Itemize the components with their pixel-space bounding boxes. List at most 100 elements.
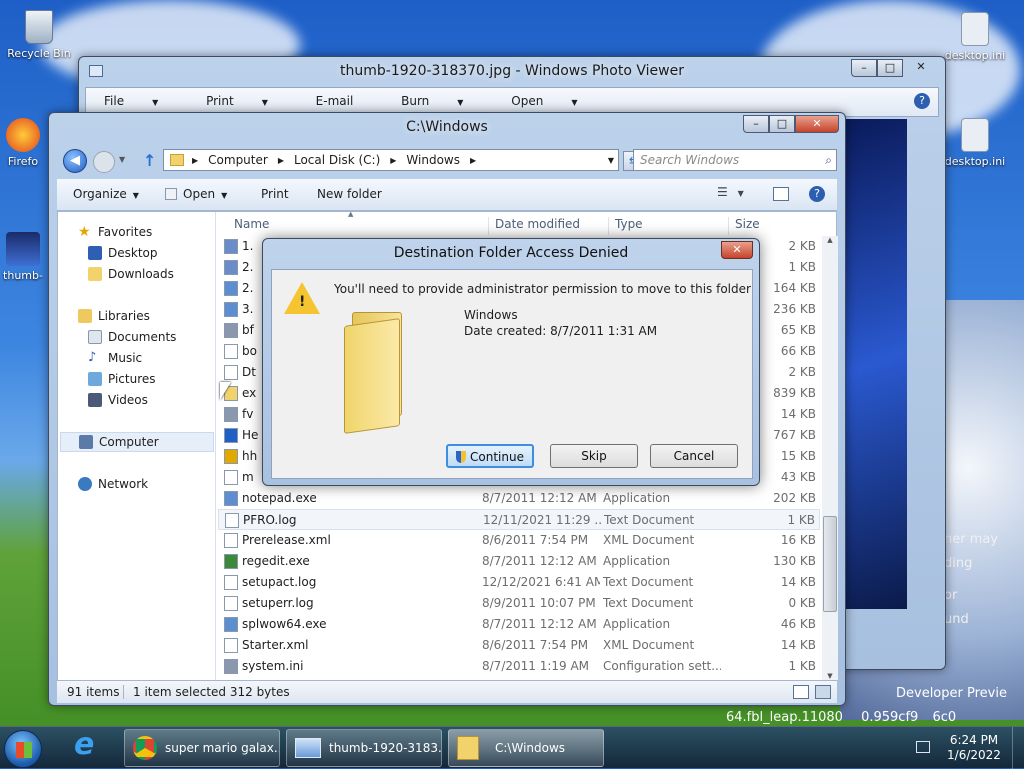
show-desktop-button[interactable] <box>1012 727 1024 769</box>
maximize-button[interactable]: □ <box>769 115 795 133</box>
preview-pane-icon[interactable] <box>773 187 789 201</box>
back-button[interactable]: ◀ <box>63 149 87 173</box>
close-button[interactable]: ✕ <box>795 115 839 133</box>
skip-button[interactable]: Skip <box>550 444 638 468</box>
arrow-left-icon: ◀ <box>70 153 80 168</box>
menu-open[interactable]: Open ▼ <box>511 94 599 108</box>
table-row[interactable]: splwow64.exe 8/7/2011 12:12 AM Application… <box>218 614 820 635</box>
table-row[interactable]: PFRO.log 12/11/2021 11:29 ... Text Documen… <box>218 509 820 530</box>
nav-computer[interactable]: Computer <box>60 432 214 452</box>
column-date[interactable]: Date modified <box>488 217 580 235</box>
menu-burn[interactable]: Burn ▼ <box>401 94 485 108</box>
file-name: splwow64.exe <box>242 617 327 631</box>
cancel-button[interactable]: Cancel <box>650 444 738 468</box>
nav-libraries[interactable]: Libraries <box>78 306 150 326</box>
folder-icon <box>344 312 416 434</box>
maximize-button[interactable]: □ <box>877 59 903 77</box>
taskbar-explorer[interactable]: C:\Windows <box>448 729 604 767</box>
file-icon <box>224 533 238 548</box>
libraries-icon <box>78 309 92 323</box>
chevron-right-icon: ▶ <box>277 155 284 165</box>
ie-shortcut[interactable]: e <box>70 727 106 765</box>
file-icon <box>224 470 238 485</box>
nav-documents[interactable]: Documents <box>88 327 176 347</box>
address-bar[interactable]: ▶ Computer ▶ Local Disk (C:) ▶ Windows ▶… <box>163 149 619 171</box>
start-button[interactable] <box>4 730 42 768</box>
table-row[interactable]: notepad.exe 8/7/2011 12:12 AM Application 2… <box>218 488 820 509</box>
view-options-icon[interactable]: ☰ ▼ <box>717 185 744 199</box>
table-row[interactable]: regedit.exe 8/7/2011 12:12 AM Application 1… <box>218 551 820 572</box>
nav-downloads[interactable]: Downloads <box>88 264 174 284</box>
vertical-scrollbar[interactable]: ▲ ▼ <box>822 236 838 680</box>
file-icon <box>224 617 238 632</box>
file-date: 8/7/2011 12:12 AM <box>482 491 597 505</box>
desktop-icon <box>88 246 102 260</box>
forward-button[interactable] <box>93 151 115 173</box>
file-name: PFRO.log <box>243 513 297 527</box>
table-row[interactable]: setuperr.log 8/9/2011 10:07 PM Text Docume… <box>218 593 820 614</box>
organize-button[interactable]: Organize ▼ <box>73 187 139 201</box>
column-name[interactable]: Name <box>234 217 269 231</box>
nav-music[interactable]: ♪ Music <box>88 348 142 368</box>
table-row[interactable]: system.ini 8/7/2011 1:19 AM Configuration … <box>218 656 820 677</box>
photo-viewer-app-icon <box>89 65 103 77</box>
breadcrumb-computer[interactable]: Computer <box>208 153 268 167</box>
file-icon <box>224 596 238 611</box>
nav-favorites[interactable]: ★ Favorites <box>78 222 152 242</box>
photo-viewer-window-controls: – □ ✕ <box>851 59 939 77</box>
file-size: 14 KB <box>780 407 816 421</box>
dialog-message: You'll need to provide administrator per… <box>334 282 751 296</box>
recent-pages-dropdown[interactable]: ▼ <box>119 155 125 164</box>
network-tray-icon[interactable] <box>916 741 930 753</box>
clock[interactable]: 6:24 PM 1/6/2022 <box>944 733 1004 763</box>
minimize-button[interactable]: – <box>743 115 769 133</box>
desktop-ini-1[interactable]: desktop.ini <box>938 12 1012 62</box>
scrollbar-thumb[interactable] <box>823 516 837 612</box>
search-box[interactable]: Search Windows ⌕ <box>633 149 837 171</box>
print-button[interactable]: Print <box>261 187 289 201</box>
dialog-title: Destination Folder Access Denied <box>393 245 629 261</box>
recycle-bin[interactable]: Recycle Bin <box>2 10 76 60</box>
column-type[interactable]: Type <box>608 217 643 235</box>
file-date: 8/9/2011 10:07 PM <box>482 596 596 610</box>
file-icon <box>224 239 238 254</box>
large-icons-view-icon[interactable] <box>815 685 831 699</box>
help-icon[interactable]: ? <box>914 93 930 109</box>
scroll-up-icon[interactable]: ▲ <box>822 236 838 252</box>
table-row[interactable]: Starter.xml 8/6/2011 7:54 PM XML Document 1… <box>218 635 820 656</box>
new-folder-button[interactable]: New folder <box>317 187 382 201</box>
nav-network[interactable]: Network <box>78 474 148 494</box>
nav-label: Libraries <box>98 309 150 323</box>
arrow-up-icon: ↑ <box>143 151 157 170</box>
taskbar-photo-viewer[interactable]: thumb-1920-3183... <box>286 729 442 767</box>
scroll-down-icon[interactable]: ▼ <box>822 672 838 680</box>
breadcrumb-windows[interactable]: Windows <box>406 153 460 167</box>
menu-print[interactable]: Print ▼ <box>206 94 290 108</box>
help-icon[interactable]: ? <box>809 186 825 202</box>
file-size: 0 KB <box>788 596 816 610</box>
table-row[interactable]: Prerelease.xml 8/6/2011 7:54 PM XML Docume… <box>218 530 820 551</box>
nav-videos[interactable]: Videos <box>88 390 148 410</box>
menu-email[interactable]: E-mail <box>316 94 376 108</box>
minimize-button[interactable]: – <box>851 59 877 77</box>
menu-file[interactable]: File ▼ <box>104 94 180 108</box>
breadcrumb-local-disk[interactable]: Local Disk (C:) <box>294 153 380 167</box>
open-button[interactable]: Open ▼ <box>165 187 227 201</box>
up-button[interactable]: ↑ <box>143 151 156 170</box>
column-size[interactable]: Size <box>728 217 760 235</box>
close-button[interactable]: ✕ <box>903 59 939 77</box>
search-input[interactable]: Search Windows <box>640 153 739 167</box>
nav-desktop[interactable]: Desktop <box>88 243 158 263</box>
taskbar-chrome[interactable]: super mario galax... <box>124 729 280 767</box>
dialog-close-button[interactable]: ✕ <box>721 241 753 259</box>
address-dropdown-icon[interactable]: ▼ <box>608 156 614 165</box>
desktop-ini-2[interactable]: desktop.ini <box>938 118 1012 168</box>
table-row[interactable]: setupact.log 12/12/2021 6:41 AM Text Docum… <box>218 572 820 593</box>
continue-button[interactable]: Continue <box>446 444 534 468</box>
selection-info: 1 item selected 312 bytes <box>133 685 290 699</box>
details-view-icon[interactable] <box>793 685 809 699</box>
access-denied-dialog[interactable]: Destination Folder Access Denied ✕ ! You… <box>262 238 760 486</box>
nav-pictures[interactable]: Pictures <box>88 369 156 389</box>
chevron-down-icon: ▼ <box>571 98 578 107</box>
recycle-bin-icon <box>25 10 53 44</box>
